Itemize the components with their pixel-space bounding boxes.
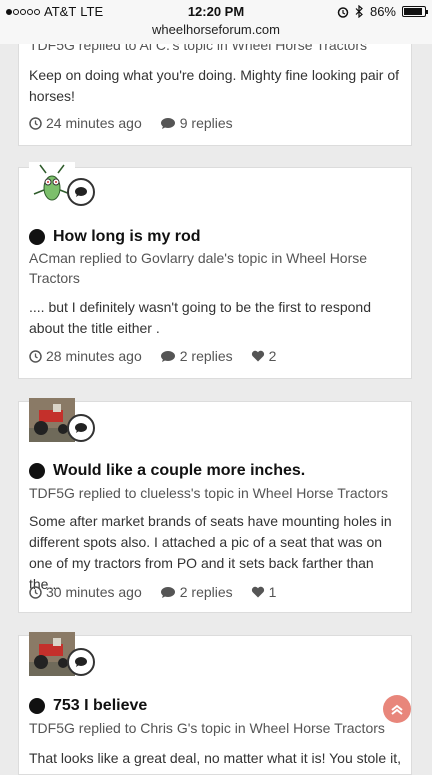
- time-stat: 24 minutes ago: [29, 115, 142, 131]
- activity-meta[interactable]: TDF5G replied to Chris G's topic in Whee…: [29, 718, 399, 738]
- reply-count: 2 replies: [179, 348, 233, 364]
- reply-count: 9 replies: [179, 115, 233, 131]
- replies-stat: 2 replies: [160, 584, 233, 600]
- activity-stats: 24 minutes ago 9 replies: [29, 115, 233, 131]
- time-stat: 28 minutes ago: [29, 348, 142, 364]
- comment-icon: [160, 586, 175, 598]
- scroll-to-top-button[interactable]: [383, 695, 411, 723]
- activity-meta[interactable]: TDF5G replied to clueless's topic in Whe…: [29, 483, 399, 503]
- title-row: Would like a couple more inches.: [29, 462, 305, 480]
- activity-card[interactable]: Would like a couple more inches. TDF5G r…: [18, 398, 412, 613]
- activity-excerpt: .... but I definitely wasn't going to be…: [29, 299, 371, 336]
- activity-card[interactable]: 753 I believe TDF5G replied to Chris G's…: [18, 632, 412, 775]
- title-row: How long is my rod: [29, 228, 201, 246]
- battery-icon: [402, 6, 428, 17]
- status-icons: 86%: [337, 4, 428, 19]
- activity-time: 24 minutes ago: [46, 115, 142, 131]
- chevron-up-icon: [391, 704, 403, 715]
- topic-title[interactable]: How long is my rod: [53, 228, 201, 246]
- title-row: 753 I believe: [29, 697, 147, 715]
- activity-time: 28 minutes ago: [46, 348, 142, 364]
- clock-icon: [29, 349, 42, 363]
- activity-time: 30 minutes ago: [46, 584, 142, 600]
- unread-dot-icon: [29, 229, 45, 245]
- replies-stat: 9 replies: [160, 115, 233, 131]
- activity-excerpt: Keep on doing what you're doing. Mighty …: [29, 67, 400, 104]
- topic-title[interactable]: 753 I believe: [53, 697, 147, 715]
- alarm-icon: [337, 6, 349, 18]
- unread-dot-icon: [29, 698, 45, 714]
- comment-icon: [160, 350, 175, 362]
- reply-count: 2 replies: [179, 584, 233, 600]
- battery-percent: 86%: [369, 4, 396, 19]
- likes-stat: 2: [251, 348, 277, 364]
- comment-icon: [160, 117, 175, 129]
- time-stat: 30 minutes ago: [29, 584, 142, 600]
- heart-icon: [251, 350, 264, 362]
- activity-card[interactable]: How long is my rod ACman replied to Govl…: [18, 162, 412, 379]
- activity-meta[interactable]: ACman replied to Govlarry dale's topic i…: [29, 248, 399, 288]
- bluetooth-icon: [355, 5, 363, 18]
- like-count: 1: [268, 584, 277, 600]
- activity-stats: 28 minutes ago 2 replies 2: [29, 348, 276, 364]
- topic-title[interactable]: Would like a couple more inches.: [53, 462, 305, 480]
- activity-excerpt: That looks like a great deal, no matter …: [29, 750, 401, 766]
- unread-dot-icon: [29, 463, 45, 479]
- clock-icon: [29, 116, 42, 130]
- activity-stats: 30 minutes ago 2 replies 1: [29, 584, 276, 600]
- activity-excerpt: Some after market brands of seats have m…: [29, 513, 392, 592]
- replies-stat: 2 replies: [160, 348, 233, 364]
- comment-badge-icon: [67, 178, 95, 206]
- likes-stat: 1: [251, 584, 277, 600]
- url-bar[interactable]: wheelhorseforum.com: [0, 22, 432, 37]
- clock-icon: [29, 585, 42, 599]
- status-bar: AT&T LTE 12:20 PM 86% wheelhorseforum.co…: [0, 0, 432, 44]
- like-count: 2: [268, 348, 277, 364]
- comment-badge-icon: [67, 414, 95, 442]
- comment-badge-icon: [67, 648, 95, 676]
- heart-icon: [251, 586, 264, 598]
